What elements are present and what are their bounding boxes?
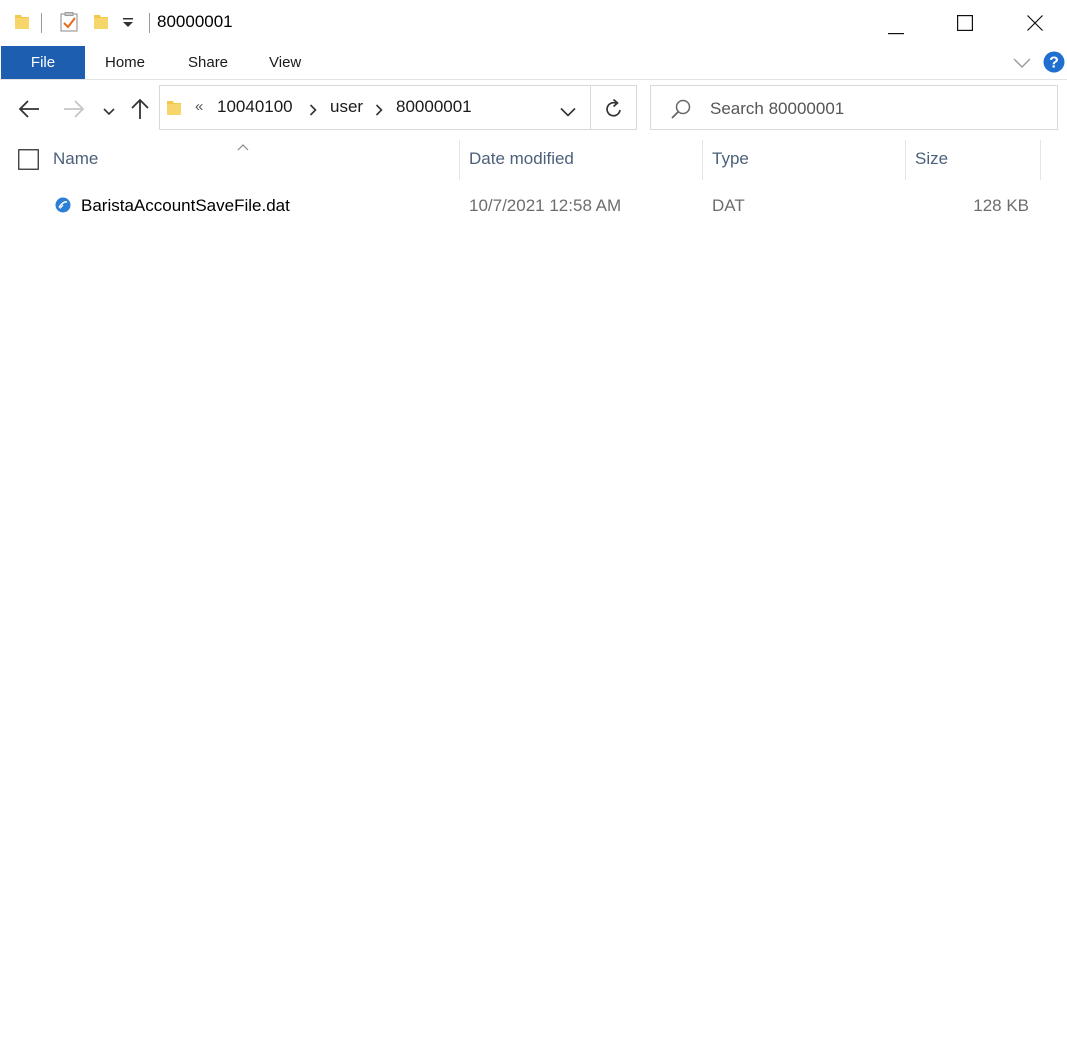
breadcrumb-overflow[interactable]: « bbox=[195, 98, 203, 115]
properties-icon[interactable] bbox=[58, 11, 80, 38]
close-icon bbox=[1027, 15, 1043, 36]
maximize-button[interactable] bbox=[929, 0, 999, 46]
dat-file-icon bbox=[55, 197, 71, 218]
ribbon-tabs: File Home Share View ? bbox=[0, 46, 1067, 80]
column-header-size[interactable]: Size bbox=[915, 149, 948, 169]
chevron-right-icon[interactable] bbox=[309, 103, 317, 121]
file-name[interactable]: BaristaAccountSaveFile.dat bbox=[81, 196, 290, 216]
file-size: 128 KB bbox=[973, 196, 1029, 215]
tab-share[interactable]: Share bbox=[188, 46, 228, 79]
maximize-icon bbox=[957, 15, 974, 36]
tab-home[interactable]: Home bbox=[105, 46, 145, 79]
address-dropdown-icon[interactable] bbox=[560, 104, 576, 122]
new-folder-icon[interactable] bbox=[91, 12, 111, 37]
up-arrow-icon[interactable] bbox=[130, 98, 150, 125]
column-header-name[interactable]: Name bbox=[53, 149, 98, 169]
column-header-type[interactable]: Type bbox=[712, 149, 749, 169]
close-button[interactable] bbox=[999, 0, 1067, 46]
column-header-date-modified[interactable]: Date modified bbox=[469, 149, 574, 169]
qat-separator bbox=[149, 13, 150, 33]
tab-view[interactable]: View bbox=[269, 46, 301, 79]
customize-dropdown-icon[interactable] bbox=[121, 16, 135, 35]
breadcrumb-item[interactable]: user bbox=[330, 97, 363, 117]
select-all-checkbox[interactable] bbox=[18, 149, 39, 175]
folder-icon bbox=[165, 98, 183, 123]
file-date-modified: 10/7/2021 12:58 AM bbox=[469, 196, 622, 215]
column-separator[interactable] bbox=[459, 140, 460, 180]
column-separator[interactable] bbox=[1040, 140, 1041, 180]
search-icon bbox=[670, 98, 692, 125]
window-title: 80000001 bbox=[157, 12, 233, 31]
back-arrow-icon[interactable] bbox=[18, 99, 40, 124]
svg-text:?: ? bbox=[1049, 55, 1059, 72]
file-type: DAT bbox=[712, 196, 745, 215]
recent-locations-icon[interactable] bbox=[103, 104, 115, 122]
breadcrumb-item[interactable]: 10040100 bbox=[217, 97, 293, 117]
minimize-button[interactable] bbox=[860, 0, 930, 46]
refresh-icon[interactable] bbox=[604, 98, 624, 125]
breadcrumb-item[interactable]: 80000001 bbox=[396, 97, 472, 117]
qat-separator bbox=[41, 13, 42, 33]
help-icon[interactable]: ? bbox=[1043, 51, 1065, 78]
column-separator[interactable] bbox=[905, 140, 906, 180]
folder-icon bbox=[12, 12, 32, 37]
sort-ascending-icon bbox=[237, 138, 249, 156]
tab-file[interactable]: File bbox=[1, 46, 85, 79]
search-input[interactable] bbox=[710, 98, 1040, 120]
forward-arrow-icon[interactable] bbox=[63, 99, 85, 124]
minimize-icon bbox=[888, 22, 904, 40]
expand-ribbon-icon[interactable] bbox=[1013, 56, 1031, 74]
address-separator bbox=[590, 86, 591, 129]
title-bar: 80000001 bbox=[0, 0, 1067, 46]
column-separator[interactable] bbox=[702, 140, 703, 180]
chevron-right-icon[interactable] bbox=[375, 103, 383, 121]
